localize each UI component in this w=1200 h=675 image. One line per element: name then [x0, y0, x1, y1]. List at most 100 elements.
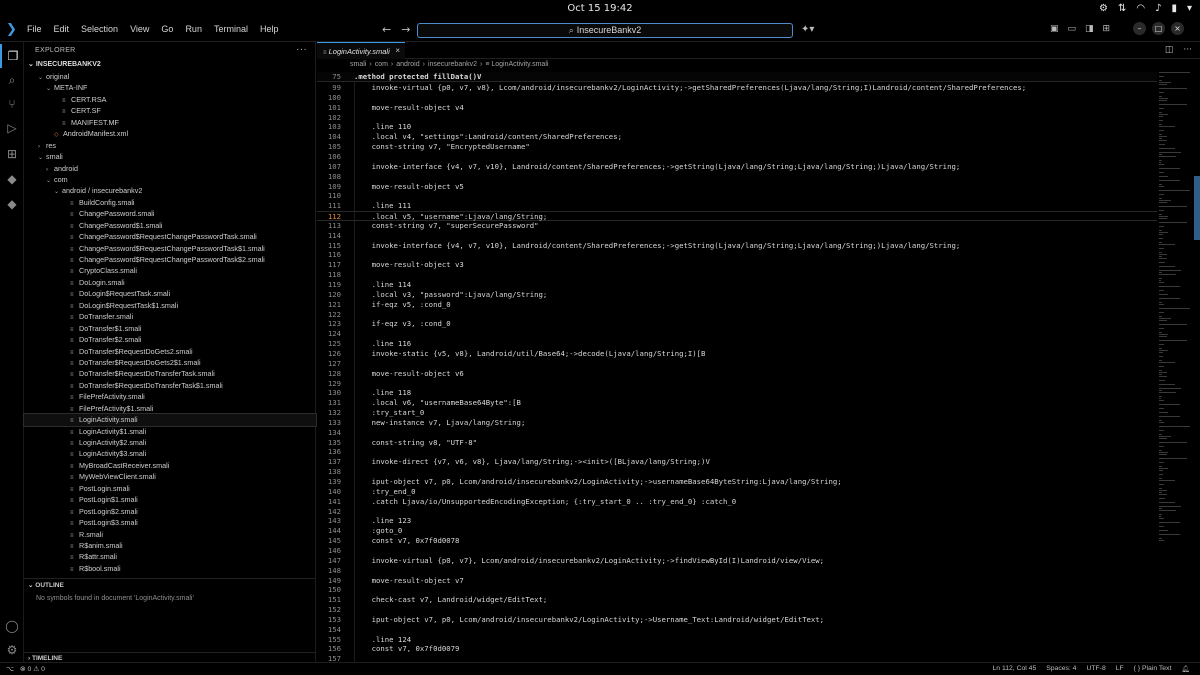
accounts-icon[interactable]: ◯	[0, 614, 24, 638]
close-window-icon[interactable]: ×	[1171, 22, 1184, 35]
tree-file[interactable]: ≡ DoLogin.smali	[24, 277, 316, 288]
tab-login-activity[interactable]: ≡ LoginActivity.smali ×	[317, 42, 405, 59]
code-line[interactable]: 103 .line 110	[317, 122, 1157, 132]
code-line[interactable]: 110	[317, 191, 1157, 201]
tree-folder[interactable]: › android	[24, 163, 316, 174]
code-line[interactable]: 112 .local v5, "username":Ljava/lang/Str…	[317, 211, 1157, 221]
tree-folder[interactable]: ⌄ com	[24, 174, 316, 185]
problems-indicator[interactable]: ⊗ 0 ⚠ 0	[20, 665, 45, 673]
system-tray[interactable]: ⚙ ⇅ ◠ ♪ ▮ ▾	[1099, 3, 1192, 14]
code-line[interactable]: 101 move-result-object v4	[317, 103, 1157, 113]
code-line[interactable]: 134	[317, 428, 1157, 438]
code-line[interactable]: 117 move-result-object v3	[317, 260, 1157, 270]
breadcrumb-com[interactable]: com	[375, 61, 388, 68]
code-line[interactable]: 129	[317, 379, 1157, 389]
code-line[interactable]: 153 iput-object v7, p0, Lcom/android/ins…	[317, 615, 1157, 625]
command-center-search[interactable]: ⌕ InsecureBankv2	[417, 23, 793, 38]
tree-file[interactable]: ≡ DoLogin$RequestTask$1.smali	[24, 300, 316, 311]
code-line[interactable]: 136	[317, 447, 1157, 457]
code-line[interactable]: 141 .catch Ljava/io/UnsupportedEncodingE…	[317, 497, 1157, 507]
code-line[interactable]: 146	[317, 546, 1157, 556]
more-editor-actions-icon[interactable]: ···	[1183, 45, 1192, 55]
code-line[interactable]: 105 const-string v7, "EncryptedUsername"	[317, 142, 1157, 152]
tree-file[interactable]: ≡ CryptoClass.smali	[24, 265, 316, 276]
notifications-bell-icon[interactable]: 🔔︎	[1181, 665, 1190, 673]
maximize-icon[interactable]: □	[1152, 22, 1165, 35]
code-line[interactable]: 124	[317, 329, 1157, 339]
remote-indicator-icon[interactable]: ⌥	[6, 665, 14, 673]
tree-file[interactable]: ≡ CERT.SF	[24, 105, 316, 116]
code-line[interactable]: 125 .line 116	[317, 339, 1157, 349]
code-line[interactable]: 109 move-result-object v5	[317, 182, 1157, 192]
tree-file[interactable]: ≡ DoLogin$RequestTask.smali	[24, 288, 316, 299]
code-line[interactable]: 114	[317, 231, 1157, 241]
encoding[interactable]: UTF-8	[1086, 665, 1105, 673]
tree-file[interactable]: ≡ DoTransfer$RequestDoTransferTask.smali	[24, 368, 316, 379]
code-line[interactable]: 111 .line 111	[317, 201, 1157, 211]
code-line[interactable]: 120 .local v3, "password":Ljava/lang/Str…	[317, 290, 1157, 300]
code-line[interactable]: 122	[317, 310, 1157, 320]
tree-file[interactable]: ◇ AndroidManifest.xml	[24, 128, 316, 139]
outline-section-header[interactable]: ⌄ OUTLINE	[24, 578, 316, 590]
tree-file[interactable]: ≡ R$anim.smali	[24, 540, 316, 551]
breadcrumb-smali[interactable]: smali	[350, 61, 366, 68]
tree-file[interactable]: ≡ ChangePassword$RequestChangePasswordTas…	[24, 231, 316, 242]
tree-folder[interactable]: ⌄ android / insecurebankv2	[24, 185, 316, 196]
code-line[interactable]: 145 const v7, 0x7f0d0078	[317, 536, 1157, 546]
code-editor[interactable]: 75 .method protected fillData()V 99 invo…	[317, 72, 1157, 663]
code-line[interactable]: 150	[317, 585, 1157, 595]
code-line[interactable]: 119 .line 114	[317, 280, 1157, 290]
source-control-icon[interactable]: ⑂	[0, 92, 24, 116]
indentation[interactable]: Spaces: 4	[1046, 665, 1076, 673]
menu-selection[interactable]: Selection	[81, 24, 118, 34]
tree-file[interactable]: ≡ MyWebViewClient.smali	[24, 471, 316, 482]
tree-file[interactable]: ≡ R$attr.smali	[24, 551, 316, 562]
tree-file[interactable]: ≡ R$bool.smali	[24, 563, 316, 574]
code-line[interactable]: 155 .line 124	[317, 635, 1157, 645]
back-arrow-icon[interactable]: ←	[382, 23, 391, 36]
tree-file[interactable]: ≡ LoginActivity.smali	[23, 413, 317, 427]
tree-folder[interactable]: ⌄ META-INF	[24, 82, 316, 93]
language-mode[interactable]: { } Plain Text	[1134, 665, 1172, 673]
menu-help[interactable]: Help	[260, 24, 279, 34]
code-line[interactable]: 107 invoke-interface {v4, v7, v10}, Land…	[317, 162, 1157, 172]
extensions-icon[interactable]: ⊞	[0, 142, 24, 166]
manage-gear-icon[interactable]: ⚙	[0, 638, 24, 662]
code-line[interactable]: 115 invoke-interface {v4, v7, v10}, Land…	[317, 241, 1157, 251]
code-line[interactable]: 140 :try_end_0	[317, 487, 1157, 497]
more-actions-icon[interactable]: ···	[296, 44, 307, 55]
tree-file[interactable]: ≡ LoginActivity$1.smali	[24, 426, 316, 437]
tree-file[interactable]: ≡ ChangePassword$RequestChangePasswordTas…	[24, 254, 316, 265]
code-line[interactable]: 130 .line 118	[317, 388, 1157, 398]
toggle-panel-icon[interactable]: ▭	[1068, 24, 1077, 34]
code-line[interactable]: 127	[317, 359, 1157, 369]
breadcrumb-file[interactable]: LoginActivity.smali	[491, 61, 548, 68]
code-line[interactable]: 148	[317, 566, 1157, 576]
menu-edit[interactable]: Edit	[54, 24, 70, 34]
code-line[interactable]: 126 invoke-static {v5, v8}, Landroid/uti…	[317, 349, 1157, 359]
tree-folder[interactable]: ⌄ smali	[24, 151, 316, 162]
battery-icon[interactable]: ▮	[1171, 3, 1177, 14]
code-line[interactable]: 113 const-string v7, "superSecurePasswor…	[317, 221, 1157, 231]
split-editor-icon[interactable]: ◫	[1165, 45, 1174, 55]
code-line[interactable]: 139 iput-object v7, p0, Lcom/android/ins…	[317, 477, 1157, 487]
cursor-position[interactable]: Ln 112, Col 45	[993, 665, 1037, 673]
notifications-icon[interactable]: ⚙	[1099, 3, 1108, 14]
tree-file[interactable]: ≡ MyBroadCastReceiver.smali	[24, 460, 316, 471]
tree-file[interactable]: ≡ DoTransfer$RequestDoTransferTask$1.smal…	[24, 380, 316, 391]
timeline-section-header[interactable]: › TIMELINE	[24, 652, 316, 662]
forward-arrow-icon[interactable]: →	[401, 23, 410, 36]
system-clock[interactable]: Oct 15 19:42	[0, 3, 1200, 14]
code-line[interactable]: 121 if-eqz v5, :cond_0	[317, 300, 1157, 310]
tree-file[interactable]: ≡ R.smali	[24, 529, 316, 540]
run-debug-icon[interactable]: ▷	[0, 116, 24, 140]
end-of-line[interactable]: LF	[1116, 665, 1124, 673]
network-icon[interactable]: ⇅	[1118, 3, 1126, 14]
tree-file[interactable]: ≡ ChangePassword$RequestChangePasswordTas…	[24, 243, 316, 254]
code-line[interactable]: 137 invoke-direct {v7, v6, v8}, Ljava/la…	[317, 457, 1157, 467]
customize-layout-icon[interactable]: ⊞	[1103, 24, 1111, 34]
toggle-primary-sidebar-icon[interactable]: ▣	[1050, 24, 1059, 34]
menu-terminal[interactable]: Terminal	[214, 24, 248, 34]
code-line[interactable]: 143 .line 123	[317, 516, 1157, 526]
menu-view[interactable]: View	[130, 24, 149, 34]
